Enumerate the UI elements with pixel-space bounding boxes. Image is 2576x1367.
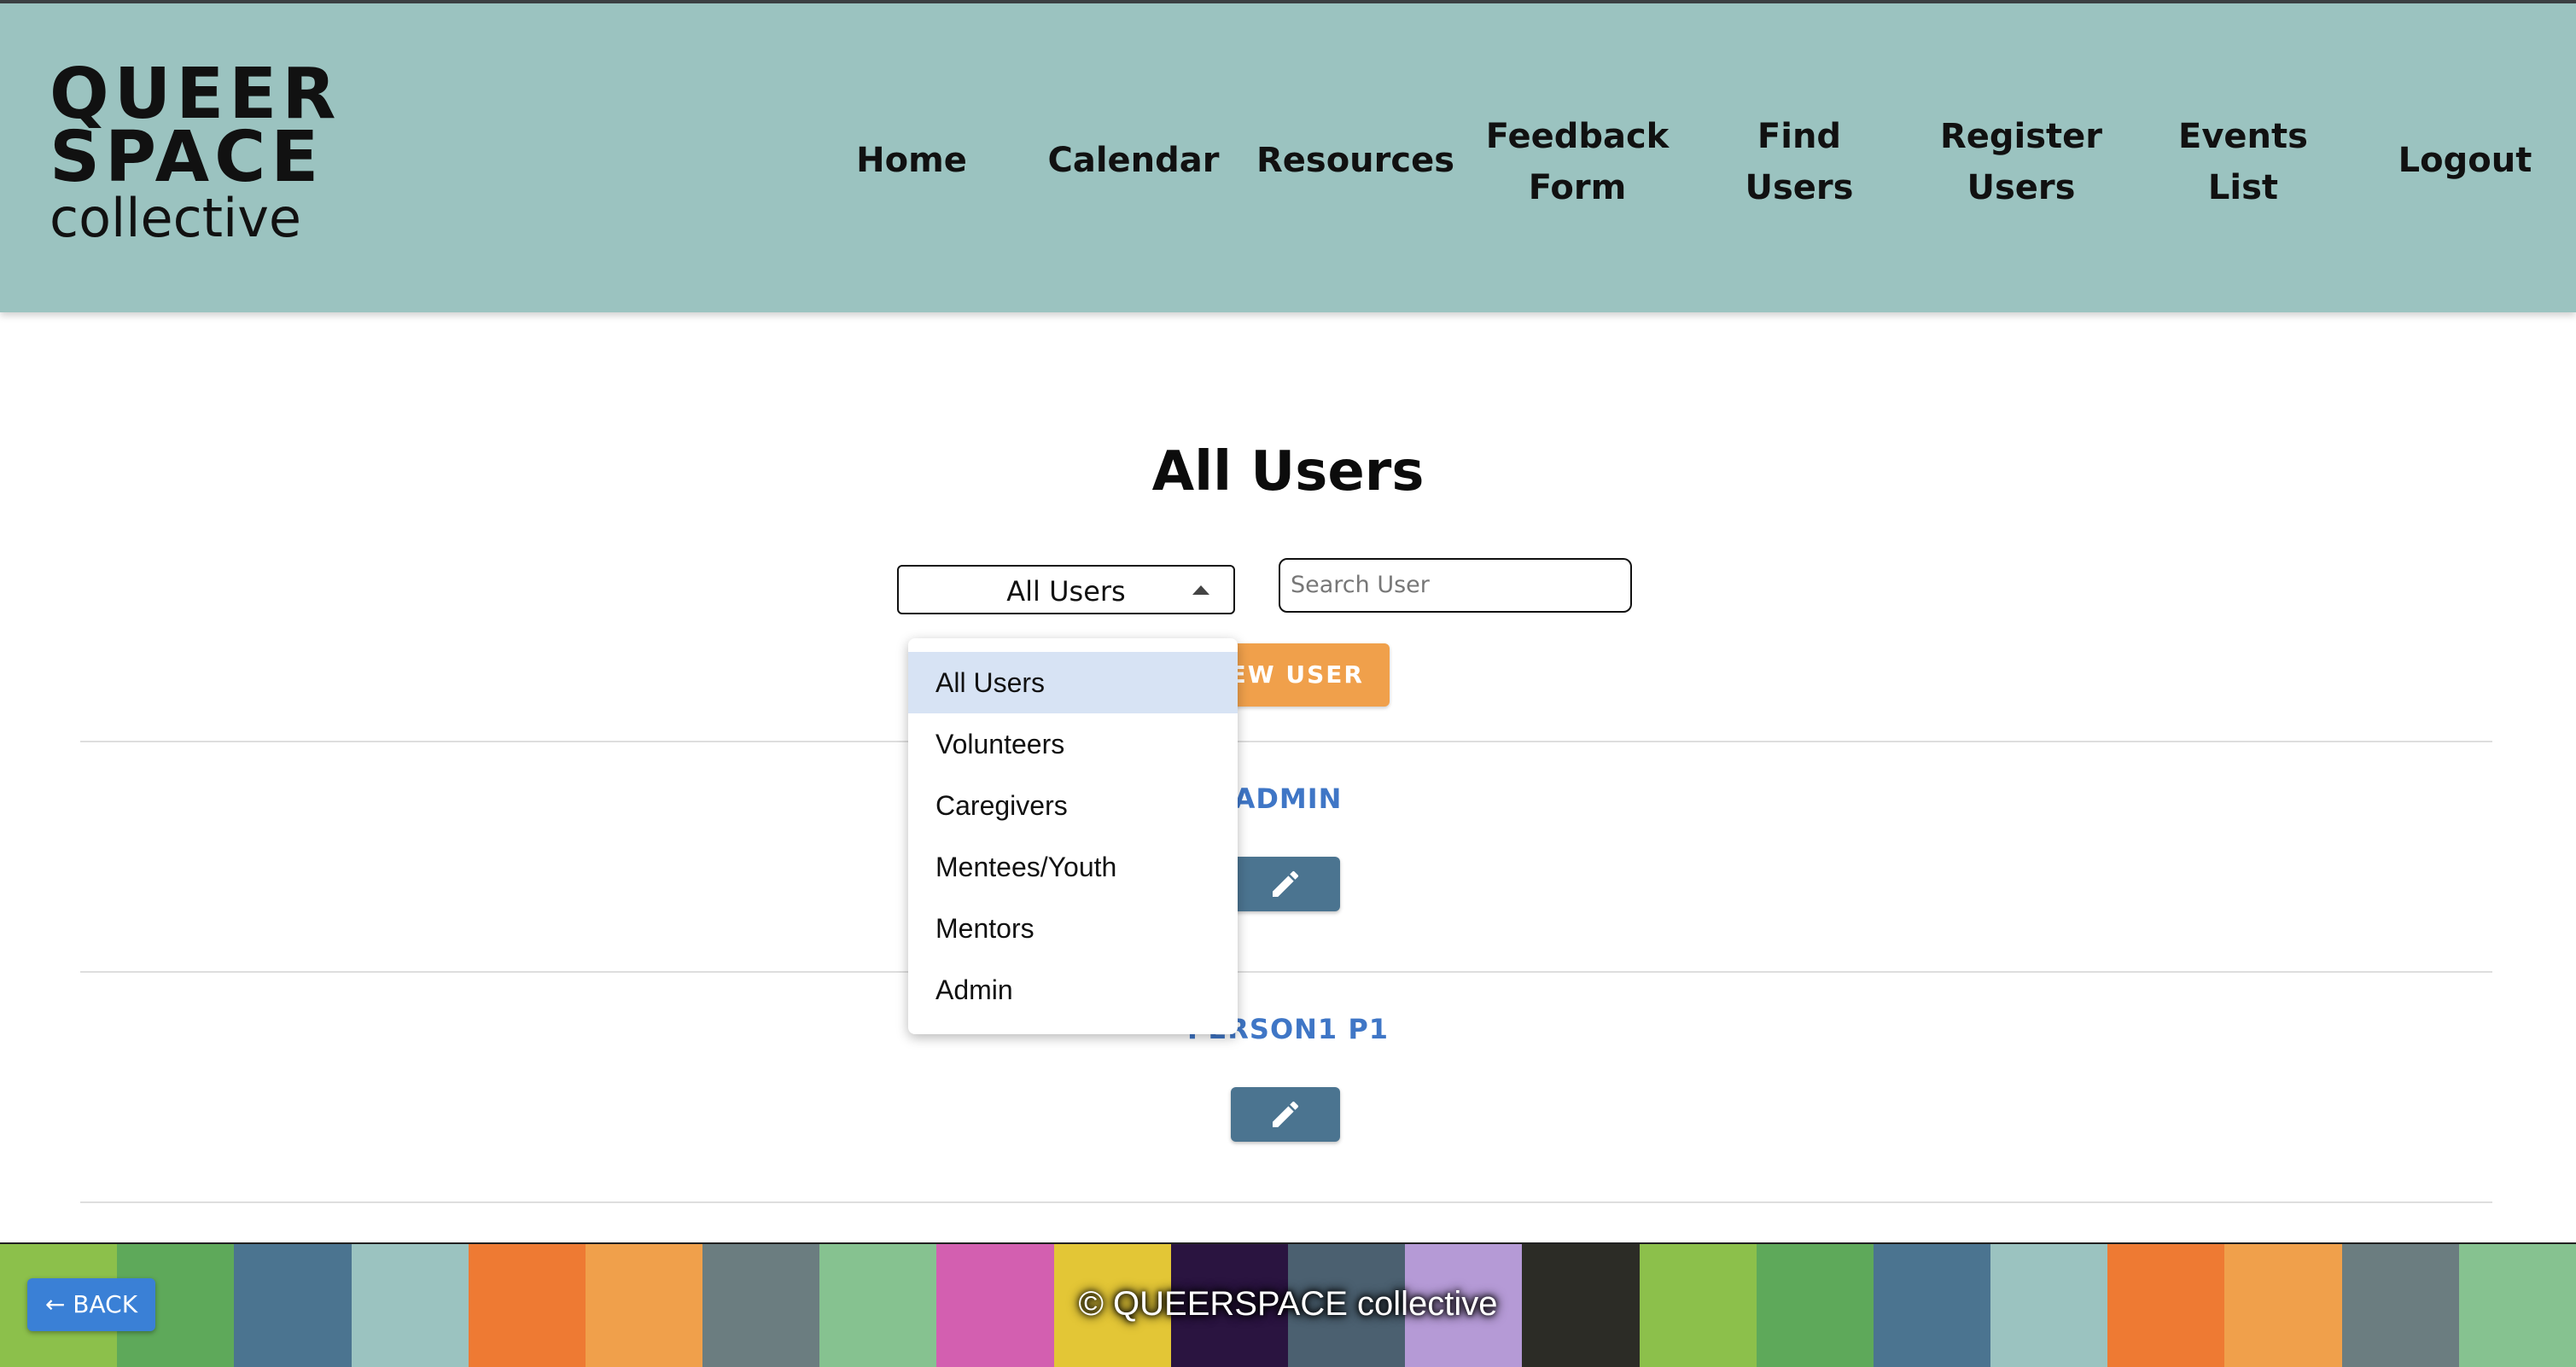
user-filter-selected-value: All Users bbox=[1006, 575, 1126, 608]
pencil-icon bbox=[1273, 870, 1299, 897]
divider bbox=[80, 741, 2492, 742]
dropdown-option-caregivers[interactable]: Caregivers bbox=[908, 775, 1238, 836]
dropdown-option-mentees-youth[interactable]: Mentees/Youth bbox=[908, 836, 1238, 898]
dropdown-option-volunteers[interactable]: Volunteers bbox=[908, 713, 1238, 775]
logo-line-3: collective bbox=[50, 187, 302, 249]
queerspace-logo[interactable]: QUEER SPACE collective bbox=[50, 60, 335, 247]
nav-resources[interactable]: Resources bbox=[1253, 135, 1458, 186]
nav-logout[interactable]: Logout bbox=[2363, 135, 2567, 186]
divider bbox=[80, 1201, 2492, 1203]
user-name-link[interactable]: PERSON1 P1 bbox=[0, 1010, 2576, 1048]
search-user-input[interactable]: Search User bbox=[1279, 558, 1632, 613]
site-header: QUEER SPACE collective Home Calendar Res… bbox=[0, 3, 2576, 312]
user-name-link[interactable]: ADMIN bbox=[0, 780, 2576, 817]
logo-line-2: SPACE bbox=[50, 117, 324, 198]
dropdown-option-admin[interactable]: Admin bbox=[908, 959, 1238, 1021]
nav-find-users[interactable]: Find Users bbox=[1731, 111, 1868, 213]
caret-up-icon bbox=[1192, 585, 1209, 595]
dropdown-option-all-users[interactable]: All Users bbox=[908, 652, 1238, 713]
dropdown-option-mentors[interactable]: Mentors bbox=[908, 898, 1238, 959]
back-button[interactable]: ← BACK bbox=[27, 1278, 155, 1331]
nav-calendar[interactable]: Calendar bbox=[1031, 135, 1236, 186]
divider bbox=[80, 971, 2492, 973]
user-filter-dropdown-menu: All Users Volunteers Caregivers Mentees/… bbox=[908, 638, 1238, 1034]
nav-register-users[interactable]: Register Users bbox=[1936, 111, 2107, 213]
footer-copyright: © QUEERSPACE collective bbox=[1078, 1285, 1498, 1323]
user-filter-select[interactable]: All Users bbox=[897, 565, 1235, 614]
nav-home[interactable]: Home bbox=[809, 135, 1014, 186]
nav-events-list[interactable]: Events List bbox=[2166, 111, 2320, 213]
pencil-icon bbox=[1273, 1101, 1299, 1127]
nav-feedback-form[interactable]: Feedback Form bbox=[1475, 111, 1680, 213]
page-title: All Users bbox=[1151, 440, 1425, 503]
edit-user-button[interactable] bbox=[1231, 857, 1340, 911]
edit-user-button[interactable] bbox=[1231, 1087, 1340, 1142]
